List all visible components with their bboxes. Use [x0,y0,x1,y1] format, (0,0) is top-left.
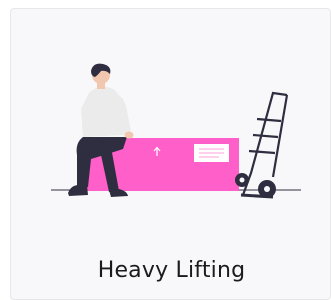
hand-truck-icon [235,91,289,199]
card-title: Heavy Lifting [97,258,246,283]
person-sitting-on-box-with-hand-truck-icon [51,63,301,199]
service-card[interactable]: Heavy Lifting [10,8,331,300]
